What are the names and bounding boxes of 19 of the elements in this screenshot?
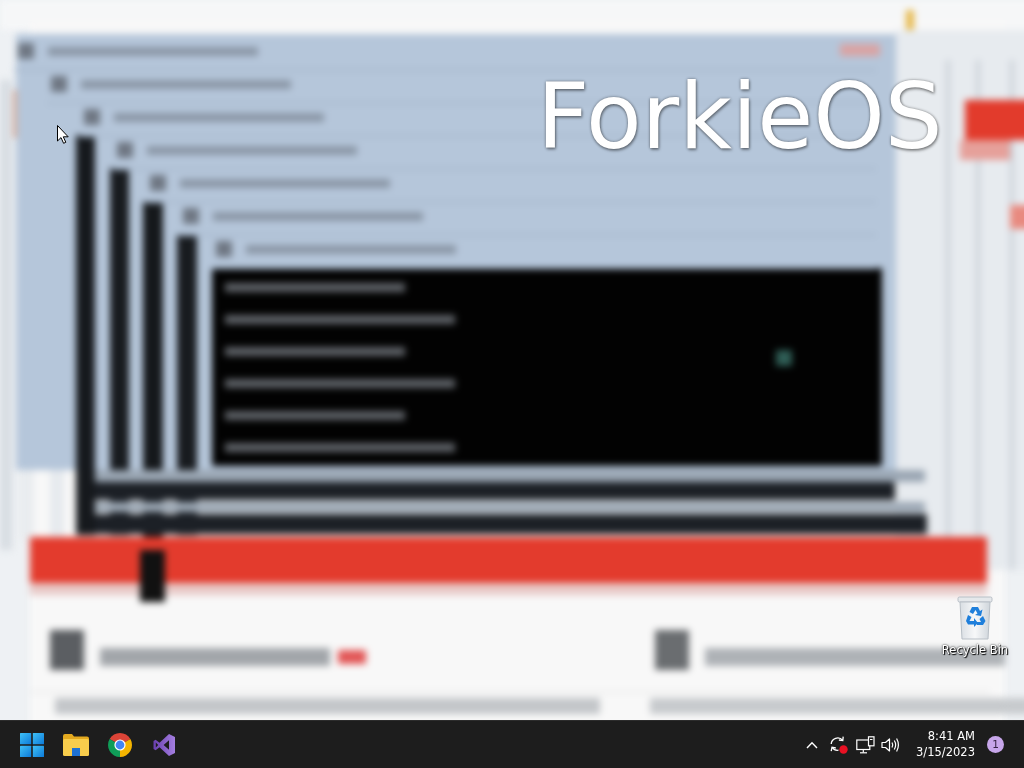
chevron-up-icon [806,740,819,749]
start-icon [20,732,44,757]
recycle-bin-icon[interactable] [957,596,993,640]
clock-date: 3/15/2023 [916,744,975,760]
clock-time: 8:41 AM [926,729,975,745]
notification-count[interactable]: 1 [987,736,1004,753]
desktop-icon-label: Recycle Bin [941,644,1009,658]
sync-status-button[interactable] [828,735,849,754]
clock[interactable]: 8:41 AM 3/15/2023 [912,729,979,760]
sync-icon [828,735,849,754]
folder-icon [63,733,89,756]
tray-overflow-button[interactable] [806,740,819,749]
monitor-icon [856,735,876,754]
network-button[interactable] [856,735,876,754]
ribbon-logo-icon [152,732,176,757]
browser-icon [108,732,132,757]
volume-icon [881,736,901,753]
volume-button[interactable] [881,736,901,753]
pointer-icon [57,125,69,144]
